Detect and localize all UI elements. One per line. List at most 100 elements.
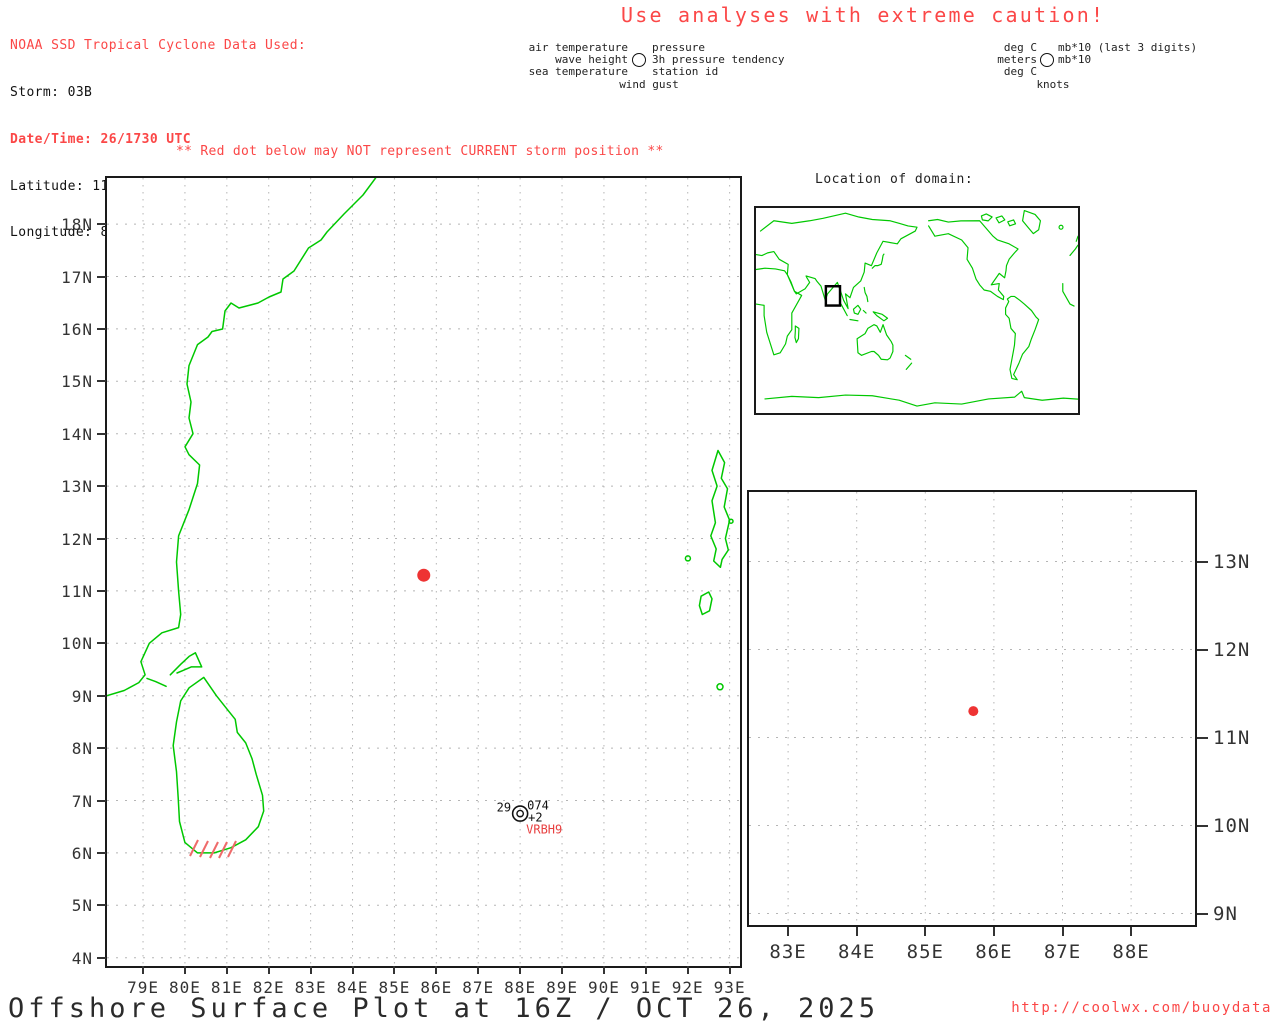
units-sea-temperature: deg C [1003,65,1037,78]
jaffna-peninsula-coastline [169,652,203,676]
lat-tick [1197,648,1208,651]
japan-coastline [871,253,885,269]
sulawesi-coastline [862,309,867,314]
caution-banner: Use analyses with extreme caution! [621,3,1106,27]
lat-tick [97,380,106,383]
north-america-coastline [928,218,1019,300]
world-inset-panel [754,206,1080,415]
lat-tick [97,956,106,959]
lat-tick-label: 8N [71,739,93,759]
lat-tick [97,485,106,488]
domain-box [824,284,842,307]
legend-station-id: station id [652,65,719,78]
station-circle-icon [632,53,646,67]
lat-tick-label: 17N [61,267,93,287]
lon-tick [519,966,522,974]
antarctica-coastline [764,390,1078,407]
lon-tick [477,966,480,974]
madagascar-coastline [794,325,800,344]
lat-tick [97,799,106,802]
lon-tick [644,966,647,974]
lat-tick-label: 7N [71,791,93,811]
lon-tick [728,966,731,974]
station-circle-icon [1040,53,1054,67]
lat-tick [97,537,106,540]
iceland-island [1058,224,1064,230]
india-east-coastline [107,178,377,697]
lat-tick [97,904,106,907]
world-coastlines-group [756,209,1078,407]
new-guinea-coastline [872,311,889,322]
lat-tick-label: 12N [1213,638,1251,661]
lat-tick [97,694,106,697]
main-map-canvas: 29 074 +2 VRBH9 [107,178,740,966]
lat-tick [1197,912,1208,915]
legend-wind-gust: wind gust [619,78,679,91]
inset-title: Location of domain: [815,172,974,187]
lat-tick-label: 13N [61,477,93,497]
lat-tick-label: 14N [61,424,93,444]
lat-tick-label: 10N [61,634,93,654]
lat-tick [97,275,106,278]
north-america-west-coastline [928,225,1004,301]
lon-tick [924,927,927,936]
philippines-coastline [863,286,869,303]
lat-tick-label: 10N [1213,814,1251,837]
africa-coastline [756,267,803,356]
adams-bridge-coastline [146,677,167,688]
lat-tick-label: 5N [71,896,93,916]
lat-tick-label: 6N [71,843,93,863]
lat-tick [97,327,106,330]
lon-tick [787,927,790,936]
borneo-coastline [852,304,862,315]
lon-tick-label: 87E [1043,941,1082,963]
lat-tick-label: 15N [61,372,93,392]
arctic-islands-coastline [980,213,1017,227]
andaman-islands-coastline [710,449,731,569]
europe-west-coastline [1069,235,1078,257]
lon-tick-label: 84E [838,941,876,963]
lat-tick-label: 4N [71,948,93,968]
station-plot-vrbh9: 29 074 +2 VRBH9 [497,799,563,837]
main-map-panel: 29 074 +2 VRBH9 [105,176,742,968]
little-andaman-coastline [698,591,713,616]
station-air-temp: 29 [497,801,511,815]
lon-tick [183,966,186,974]
coastlines-group [107,178,734,854]
lat-tick-label: 12N [61,529,93,549]
lat-tick-label: 9N [71,686,93,706]
zoom-map-canvas [749,492,1195,925]
lon-tick-label: 85E [906,941,944,963]
lon-tick-label: 88E [1112,941,1150,963]
lon-tick [686,966,689,974]
greenland-coastline [1021,209,1042,235]
lat-tick [1197,736,1208,739]
legend-sea-temperature: sea temperature [528,65,628,78]
lon-tick [142,966,145,974]
lon-tick [602,966,605,974]
java-coastline [849,318,859,322]
lat-tick [97,223,106,226]
lon-tick [225,966,228,974]
lon-tick [561,966,564,974]
lon-tick [992,927,995,936]
lat-tick [1197,824,1208,827]
world-map-canvas [756,209,1078,407]
lat-tick [97,432,106,435]
small-island [728,518,734,524]
west-africa-coastline [1062,282,1075,307]
lon-tick [1061,927,1064,936]
lat-tick-label: 18N [61,215,93,235]
storm-position-note: ** Red dot below may NOT represent CURRE… [176,144,664,159]
noaa-source-line: NOAA SSD Tropical Cyclone Data Used: [10,38,307,54]
station-id-label: VRBH9 [526,823,562,837]
lon-tick [435,966,438,974]
sri-lanka-coastline [172,676,265,854]
storm-position-dot [417,568,431,582]
australia-coastline [856,324,894,361]
lat-tick [97,642,106,645]
lat-tick-label: 11N [1213,726,1251,749]
eurasia-coastline [756,212,918,310]
lat-tick-label: 13N [1213,550,1251,573]
units-wind-gust: knots [1036,78,1070,91]
